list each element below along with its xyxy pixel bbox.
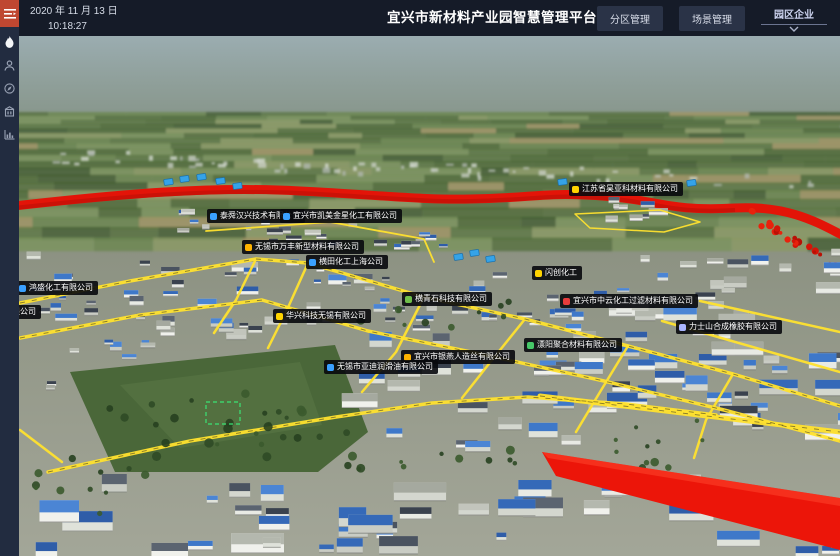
company-marker-icon xyxy=(572,186,579,193)
company-label-text: 华兴科技无锡有限公司 xyxy=(286,312,366,320)
company-marker-icon xyxy=(19,285,26,292)
company-label[interactable]: 闪创化工 xyxy=(532,266,582,280)
user-icon[interactable] xyxy=(0,58,19,73)
bar-chart-icon[interactable] xyxy=(0,127,19,142)
datetime-display: 2020 年 11 月 13 日 10:18:27 xyxy=(30,4,118,34)
blue-vehicle-marker xyxy=(486,255,496,262)
company-marker-icon xyxy=(535,270,542,277)
blue-vehicle-marker xyxy=(180,175,190,182)
company-marker-icon xyxy=(283,213,290,220)
blue-vehicle-marker xyxy=(454,253,464,260)
company-label-text: 无锡市万丰新型材料有限公司 xyxy=(255,243,359,251)
company-marker-icon xyxy=(309,259,316,266)
chevron-down-icon xyxy=(761,26,827,34)
blue-vehicle-marker xyxy=(197,173,207,180)
compass-icon[interactable] xyxy=(0,81,19,96)
map-3d-view[interactable] xyxy=(0,0,840,556)
park-enterprise-dropdown[interactable]: 园区企业 xyxy=(761,6,827,34)
flame-icon[interactable] xyxy=(0,35,19,50)
zone-management-button[interactable]: 分区管理 xyxy=(597,6,663,31)
company-marker-icon xyxy=(679,324,686,331)
blue-vehicle-marker xyxy=(687,179,697,186)
date-text: 2020 年 11 月 13 日 xyxy=(30,4,118,19)
company-marker-icon xyxy=(276,313,283,320)
building-icon[interactable] xyxy=(0,104,19,119)
blue-vehicle-marker xyxy=(233,182,243,189)
company-label[interactable]: 鸿盛化工有限公司 xyxy=(16,281,98,295)
blue-vehicle-marker xyxy=(470,249,480,256)
company-label-text: 漂阳聚合材料有限公司 xyxy=(537,341,617,349)
company-marker-icon xyxy=(327,364,334,371)
scene-management-button[interactable]: 场景管理 xyxy=(679,6,745,31)
company-label[interactable]: 华兴科技无锡有限公司 xyxy=(273,309,371,323)
company-label-text: 鸿盛化工有限公司 xyxy=(29,284,93,292)
company-label-text: 横青石科技有限公司 xyxy=(415,295,487,303)
left-sidebar xyxy=(0,0,19,556)
company-label[interactable]: 横田化工上海公司 xyxy=(306,255,388,269)
company-label[interactable]: 无锡市亚迪润滑油有限公司 xyxy=(324,360,438,374)
company-marker-icon xyxy=(563,298,570,305)
company-marker-icon xyxy=(210,213,217,220)
park-enterprise-dropdown-label: 园区企业 xyxy=(761,6,827,25)
company-marker-icon xyxy=(527,342,534,349)
page-title: 宜兴市新材料产业园智慧管理平台 xyxy=(387,0,597,36)
company-label[interactable]: 漂阳聚合材料有限公司 xyxy=(524,338,622,352)
company-label[interactable]: 江苏省昊亚科材料有限公司 xyxy=(569,182,683,196)
blue-vehicle-marker xyxy=(558,178,568,185)
top-header: 2020 年 11 月 13 日 10:18:27 宜兴市新材料产业园智慧管理平… xyxy=(0,0,840,36)
blue-vehicle-marker xyxy=(164,178,174,185)
company-label[interactable]: 宜兴市中云化工过滤材料有限公司 xyxy=(560,294,698,308)
blue-vehicle-marker xyxy=(216,177,226,184)
company-label-text: 力士山合成橡胶有限公司 xyxy=(689,323,777,331)
app-window: 泰舜汉兴技术有限公司宜兴市凯美金星化工有限公司无锡市万丰新型材料有限公司横田化工… xyxy=(0,0,840,556)
company-label-text: 宜兴市中云化工过滤材料有限公司 xyxy=(573,297,693,305)
company-label[interactable]: 力士山合成橡胶有限公司 xyxy=(676,320,782,334)
company-label[interactable]: 无锡市万丰新型材料有限公司 xyxy=(242,240,364,254)
menu-icon[interactable] xyxy=(0,0,19,27)
time-text: 10:18:27 xyxy=(48,19,118,34)
company-marker-icon xyxy=(405,296,412,303)
company-label-text: 无锡市亚迪润滑油有限公司 xyxy=(337,363,433,371)
company-label-text: 宜兴市凯美金星化工有限公司 xyxy=(293,212,397,220)
company-label[interactable]: 宜兴市凯美金星化工有限公司 xyxy=(280,209,402,223)
company-label-text: 江苏省昊亚科材料有限公司 xyxy=(582,185,678,193)
company-marker-icon xyxy=(245,244,252,251)
company-label-text: 横田化工上海公司 xyxy=(319,258,383,266)
company-label[interactable]: 横青石科技有限公司 xyxy=(402,292,492,306)
company-label-text: 闪创化工 xyxy=(545,269,577,277)
